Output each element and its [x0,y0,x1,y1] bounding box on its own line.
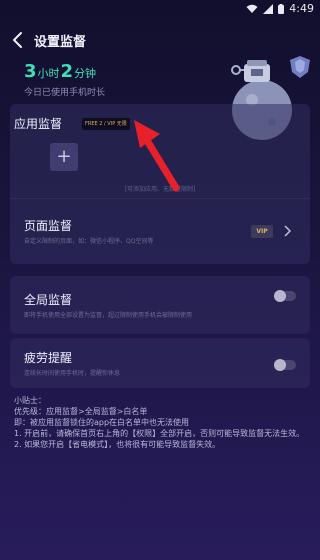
signal-icon [263,3,274,14]
page-supervision-desc: 自定义限制的页面，如：微信小程序、QQ空间等 [24,238,154,245]
page-supervision-title[interactable]: 页面监督 [24,217,72,234]
status-icons: 4:49 [246,2,314,15]
chevron-right-icon[interactable] [282,224,292,238]
usage-minutes-unit: 分钟 [74,67,97,80]
page-title: 设置监督 [34,35,87,50]
pointer-arrow-icon [134,120,180,192]
usage-hours: 3 [24,61,37,82]
toggle-knob [274,359,286,371]
fatigue-reminder-toggle[interactable] [274,359,296,371]
tips-line-4: 2. 如果您开启【省电模式】，也将很有可能导致监督失效。 [14,440,221,449]
global-supervision-title: 全局监督 [24,293,73,307]
usage-hours-unit: 小时 [37,67,60,80]
tips-heading: 小贴士： [14,396,46,405]
wifi-icon [246,4,258,13]
vip-badge: VIP [251,225,273,238]
usage-subtitle: 今日已使用手机时长 [24,88,106,98]
usage-minutes: 2 [60,61,74,82]
back-arrow-icon[interactable] [8,28,28,52]
status-time: 4:49 [289,2,314,15]
battery-icon [278,3,285,14]
screen: 4:49 设置监督 3 小时 2 分钟 今日已使用手机时长 应用监督 FREE … [0,0,320,560]
app-bar: 设置监督 [0,26,320,54]
add-app-button[interactable]: + [50,143,78,171]
app-supervision-title: 应用监督 [14,117,63,131]
tips-section: 小贴士： 优先级：应用监督>全局监督>白名单 即：被应用监督锁住的app在白名单… [14,395,309,450]
fatigue-reminder-title: 疲劳提醒 [24,351,73,365]
global-supervision-desc: 即将手机使用全部设置为监督，超过限制使用手机会被限制使用 [24,312,193,319]
tips-line-2: 即：被应用监督锁住的app在白名单中也无法使用 [14,418,190,427]
fatigue-reminder-desc: 连续长时间使用手机时，提醒你休息 [24,370,121,377]
tips-line-1: 优先级：应用监督>全局监督>白名单 [14,407,148,416]
tips-line-3: 1. 开启前，请确保首页右上角的【权限】全部开启，否则可能导致监督无法生效。 [14,429,305,438]
global-supervision-toggle[interactable] [274,290,296,302]
toggle-knob [274,290,286,302]
usage-time: 3 小时 2 分钟 [24,61,97,82]
card-divider [10,198,310,199]
status-bar: 4:49 [0,0,320,18]
